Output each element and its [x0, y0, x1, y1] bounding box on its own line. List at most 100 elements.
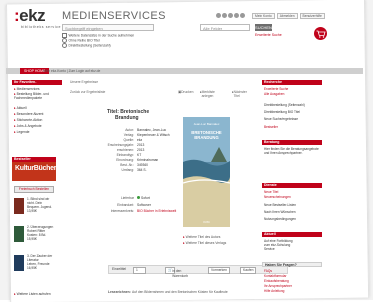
field-select[interactable]: Alle Felder — [200, 24, 250, 31]
left-link[interactable]: Medienservices — [14, 87, 40, 91]
order-bar: Einzeltitel 1 🛒 In den Warenkorb Vormerk… — [108, 265, 288, 278]
left-link[interactable]: Besondere Akzent — [14, 112, 44, 116]
status-dot-icon — [137, 196, 140, 199]
qty-label: Einzeltitel — [112, 267, 127, 271]
reserve-button[interactable]: Vormerken — [208, 266, 230, 274]
field-value: KT — [137, 153, 142, 157]
next-title-link[interactable]: ▸ Nächster Titel — [232, 90, 247, 98]
publisher-titles-link[interactable]: Weitere Titel dieses Verlags — [183, 241, 227, 245]
description-label: Lesezeichnen: — [108, 290, 131, 294]
circle-icon — [222, 13, 227, 18]
book-thumbnail[interactable] — [14, 198, 24, 214]
circle-icon — [240, 13, 245, 18]
right-text[interactable]: Direktbestellung BIO Titel — [264, 110, 300, 114]
watchlist-link[interactable]: ▸ Merkliste anlegen — [200, 90, 215, 98]
page-title: MEDIENSERVICES — [62, 10, 166, 22]
list-item[interactable]: 1. Blind sind wir nicht. Dein Bequem. Juge… — [27, 197, 52, 213]
right-link[interactable]: Neue Titel — [264, 190, 278, 194]
faq-heading: Haben Sie Fragen? — [262, 262, 322, 267]
list-item[interactable]: 3. Der Zauber der Literatur Leben, Freunde… — [27, 254, 52, 270]
print-link[interactable]: ▣ Drucken — [178, 90, 193, 94]
left-link[interactable]: Jobs & Angebote — [14, 124, 42, 128]
search-option[interactable]: Direktbestellung (Seitenzahl) — [62, 43, 111, 48]
field-value: BIO Bücher in Erlebniswelt — [137, 209, 177, 213]
kultur-logo[interactable]: KulturBücher — [12, 162, 56, 181]
field-label: Erscheinungsjahr: — [107, 143, 134, 147]
status-label: Lieferbar — [120, 196, 134, 200]
field-label: Interessenkreis: — [110, 209, 134, 213]
ekz-logo[interactable]: :ekz — [14, 6, 46, 26]
circle-icon — [216, 13, 221, 18]
right-text[interactable]: Nach Ihren Wünschen — [264, 210, 296, 214]
buy-button[interactable]: Kaufen — [240, 266, 257, 274]
circle-icon — [234, 13, 239, 18]
main-nav: SHOP HOME Mein ekz-Konto | Zum Login auf… — [6, 68, 363, 74]
logout-link[interactable]: Abmelden — [276, 13, 298, 19]
search-input[interactable]: Suchbegriff eingeben — [62, 24, 154, 31]
help-link[interactable]: Benutzerhilfe — [299, 13, 325, 19]
news-heading: Aktuell — [262, 232, 322, 237]
nav-info[interactable]: Mein ekz-Konto | Zum Login auf ekz.de — [43, 68, 100, 74]
field-value: 364 S. — [137, 168, 147, 172]
field-label: Einordnung: — [116, 158, 134, 162]
advanced-search-link[interactable]: Erweiterte Suche — [255, 33, 282, 37]
search-button[interactable]: SUCHEN — [255, 24, 272, 31]
field-label: Umfang: — [121, 168, 134, 172]
right-link[interactable]: Alle Ausgaben — [264, 92, 284, 96]
list-item[interactable]: 2. Überzeugungen Robert Ritter Kosten: 8 B… — [27, 225, 53, 241]
breadcrumb[interactable]: Unsere Ergebnisse — [70, 80, 98, 84]
right-text[interactable]: Direktbestellung (Seitenzahl) — [264, 103, 305, 107]
book-thumbnail[interactable] — [14, 255, 24, 271]
right-text[interactable]: Neue Bestseller-Listen — [264, 203, 296, 207]
left-link[interactable]: Aktuell — [14, 106, 27, 110]
cover-publisher: KiWi — [203, 220, 210, 224]
left-link[interactable]: Legende — [14, 130, 30, 134]
faq-link[interactable]: FAQs — [264, 269, 272, 273]
account-link[interactable]: Mein Konto — [252, 13, 275, 19]
purchase-advice-link[interactable]: Einkaufsberatung — [264, 279, 289, 283]
field-value: ekz — [137, 138, 143, 142]
contact-person-link[interactable]: Ihr Ansprechpartner — [264, 284, 292, 288]
right-link[interactable]: Erweiterte Suche — [264, 87, 288, 91]
field-value: 2013 — [137, 143, 145, 147]
field-value: 2013 — [137, 148, 145, 152]
author-titles-link[interactable]: Weitere Titel des Autors — [183, 235, 221, 239]
book-thumbnail[interactable] — [14, 226, 24, 242]
shopping-cart-icon[interactable] — [313, 27, 328, 40]
left-link[interactable]: Stichworte-Aktion — [14, 118, 43, 122]
field-label: erschienen: — [116, 148, 134, 152]
field-label: Einbandtyp: — [116, 153, 134, 157]
search-heading: Recherche — [262, 80, 322, 85]
help-guide-link[interactable]: Hilfe Anleitung — [264, 289, 284, 293]
field-label: Autor: — [125, 128, 134, 132]
status-value: Sofort — [137, 196, 150, 200]
cover-title: BRETONISCHE BRANDUNG — [191, 130, 222, 140]
bestseller-link[interactable]: Bestseller — [264, 125, 278, 129]
logo-subtitle: bibliotheks service — [21, 25, 61, 29]
right-text[interactable]: Nutzungsbedingungen — [264, 217, 296, 221]
right-text: Service — [264, 247, 275, 251]
right-text[interactable]: Neue Suche/ergebnisse — [264, 117, 298, 121]
social-icons[interactable] — [216, 13, 246, 19]
quantity-input[interactable]: 1 — [133, 266, 146, 274]
right-link[interactable]: Neuerscheinungen — [264, 195, 291, 199]
order-button[interactable]: Freierbuch Bestellen — [14, 186, 54, 193]
field-value: Bannalec, Jean-Luc — [137, 128, 167, 132]
more-lists-link[interactable]: Weitere Listen aufrufen — [14, 292, 51, 296]
radio-icon — [62, 43, 67, 48]
right-text: und Ihren Ansprechpartner. — [264, 151, 303, 155]
circle-icon — [228, 13, 233, 18]
description-text: Auf den Bilderrahmen und den Bretonische… — [132, 290, 228, 294]
cover-author: Jean-Luc Bannalec — [193, 122, 220, 126]
result-toolbar: Zurück zur Ergebnisliste ▣ Drucken ▸ Mer… — [70, 90, 252, 98]
left-link[interactable]: Bestellung Bilder- und Fachmedienpakete — [14, 92, 60, 100]
field-value: Kiepenheuer & Witsch — [137, 133, 170, 137]
add-to-cart-button[interactable]: 🛒 In den Warenkorb — [165, 266, 188, 278]
back-link[interactable]: Zurück zur Ergebnisliste — [70, 90, 105, 94]
field-value: Kriminalroman — [137, 158, 159, 162]
advice-heading: Beratung — [262, 140, 322, 145]
contact-link[interactable]: Kontaktformular — [264, 274, 287, 278]
field-label: Best.-Nr.: — [120, 163, 134, 167]
field-label: Quelle: — [123, 138, 134, 142]
top-links[interactable]: Mein Konto Abmelden Benutzerhilfe — [252, 13, 327, 19]
